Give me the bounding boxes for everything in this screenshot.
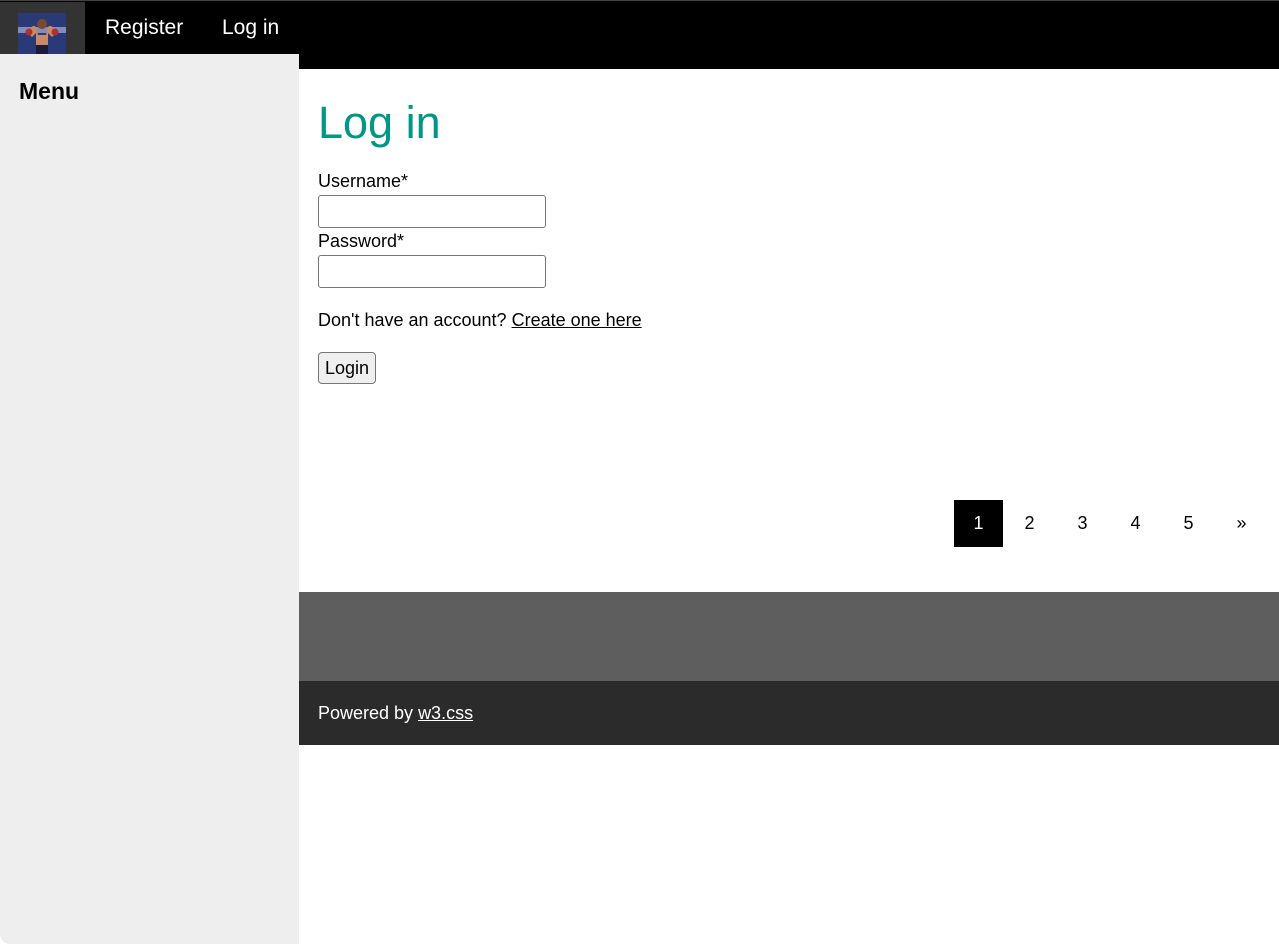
page-5-button[interactable]: 5	[1162, 500, 1215, 547]
page-3-button[interactable]: 3	[1056, 500, 1109, 547]
boxer-avatar-icon	[18, 13, 66, 56]
no-account-line: Don't have an account? Create one here	[318, 308, 642, 332]
sidebar-title: Menu	[19, 78, 80, 104]
w3css-link[interactable]: w3.css	[418, 703, 473, 723]
footer-upper	[299, 592, 1279, 681]
page-1-button[interactable]: 1	[954, 500, 1003, 547]
pagination: 1 2 3 4 5 »	[954, 500, 1268, 547]
page-title: Log in	[318, 97, 441, 148]
password-label: Password*	[318, 231, 405, 251]
next-page-button[interactable]: »	[1215, 500, 1268, 547]
no-account-text: Don't have an account?	[318, 310, 512, 330]
nav-register-link[interactable]: Register	[105, 13, 183, 43]
footer-lower: Powered by w3.css	[299, 681, 1279, 745]
sidebar: Menu	[0, 54, 299, 944]
username-label: Username*	[318, 171, 409, 191]
powered-by-text: Powered by	[318, 703, 419, 723]
create-account-link[interactable]: Create one here	[512, 310, 642, 330]
password-input[interactable]	[318, 255, 546, 288]
login-submit-button[interactable]: Login	[318, 352, 376, 384]
page-2-button[interactable]: 2	[1003, 500, 1056, 547]
page-4-button[interactable]: 4	[1109, 500, 1162, 547]
logo-link[interactable]	[0, 2, 85, 56]
username-input[interactable]	[318, 195, 546, 228]
nav-login-link[interactable]: Log in	[222, 13, 279, 43]
footer-credit: Powered by w3.css	[318, 701, 473, 725]
